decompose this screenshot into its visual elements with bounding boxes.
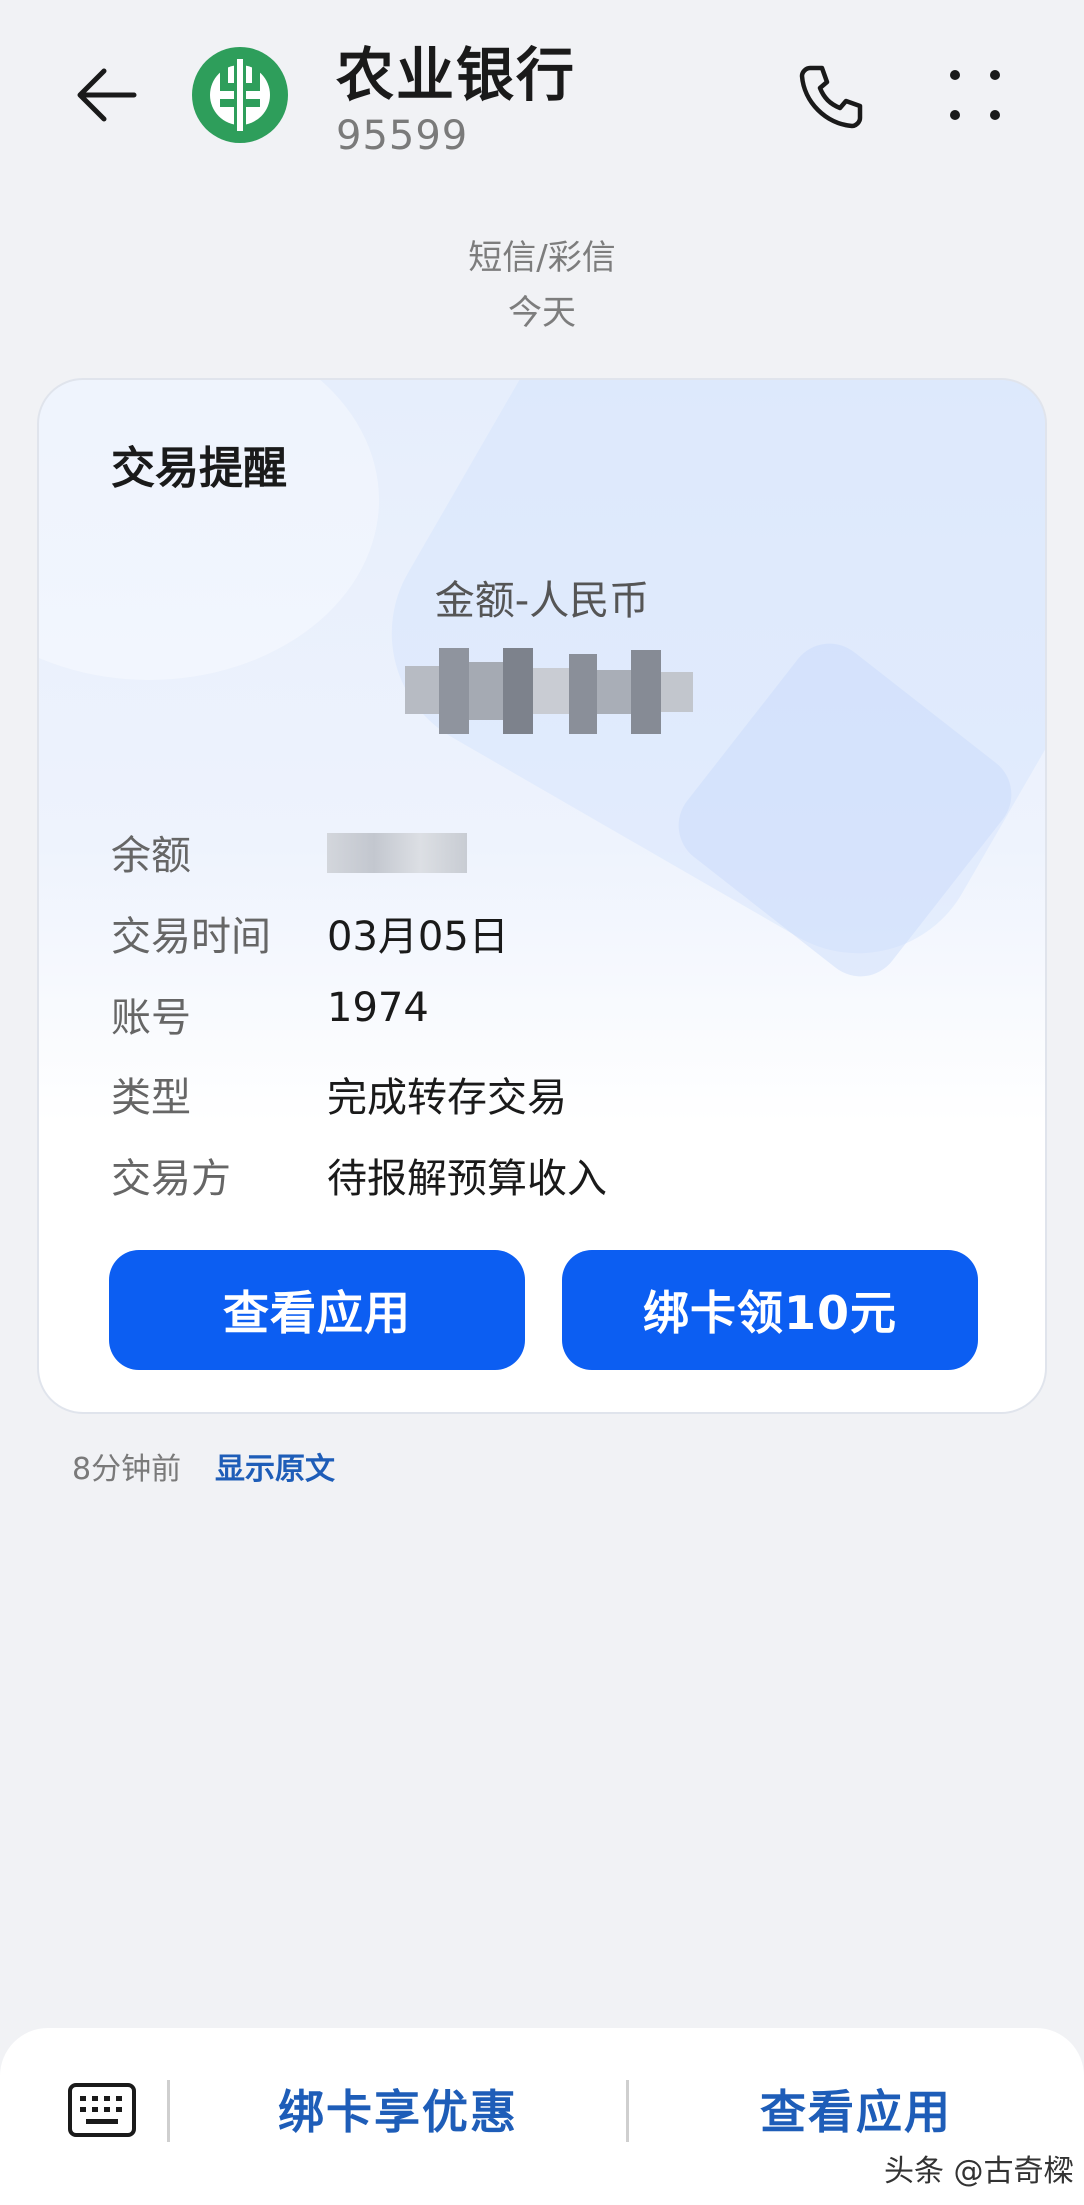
message-date: 今天 <box>508 293 576 333</box>
card-title: 交易提醒 <box>111 443 287 494</box>
message-channel: 短信/彩信 <box>468 238 616 278</box>
back-button[interactable] <box>70 55 150 135</box>
row-transaction-time: 交易时间 03月05日 <box>111 904 991 964</box>
watermark: 头条 @古奇樑 <box>884 2154 1074 2189</box>
row-value: 待报解预算收入 <box>327 1156 607 1202</box>
more-options-button[interactable] <box>945 65 1005 125</box>
contact-name: 农业银行 <box>336 41 577 109</box>
row-key: 交易方 <box>111 1156 231 1202</box>
row-account: 账号 1974 <box>111 985 991 1045</box>
divider <box>626 2080 629 2142</box>
contact-number: 95599 <box>336 113 469 159</box>
row-value: 03月05日 <box>327 914 509 960</box>
row-key: 交易时间 <box>111 914 271 960</box>
amount-label: 金额-人民币 <box>434 578 650 624</box>
row-value: 完成转存交易 <box>327 1075 567 1121</box>
card-decoration <box>39 380 379 680</box>
more-dots-icon <box>950 70 1000 120</box>
row-key: 余额 <box>111 833 191 879</box>
show-original-link[interactable]: 显示原文 <box>215 1444 335 1488</box>
row-key: 类型 <box>111 1075 191 1121</box>
amount-value-redacted <box>405 648 693 734</box>
abc-logo-icon <box>192 47 288 143</box>
phone-icon <box>799 65 863 129</box>
bind-card-button[interactable]: 绑卡领10元 <box>562 1250 978 1370</box>
view-app-link[interactable]: 查看应用 <box>760 2076 952 2142</box>
bank-avatar[interactable] <box>190 45 290 145</box>
bind-card-offer-link[interactable]: 绑卡享优惠 <box>278 2076 518 2142</box>
row-type: 类型 完成转存交易 <box>111 1065 991 1125</box>
balance-value-redacted <box>327 833 467 873</box>
message-time: 8分钟前 <box>72 1452 182 1487</box>
keyboard-icon[interactable] <box>68 2083 136 2137</box>
view-app-button[interactable]: 查看应用 <box>109 1250 525 1370</box>
call-button[interactable] <box>796 60 868 132</box>
row-value: 1974 <box>327 985 429 1031</box>
transaction-card: 交易提醒 金额-人民币 余额 交易时间 03月05日 账号 1974 类型 完成… <box>37 378 1047 1414</box>
divider <box>167 2080 170 2142</box>
back-arrow-icon <box>77 68 137 122</box>
row-key: 账号 <box>111 995 191 1041</box>
row-counterparty: 交易方 待报解预算收入 <box>111 1146 991 1206</box>
row-balance: 余额 <box>111 823 991 883</box>
conversation-header: 农业银行 95599 <box>0 0 1084 180</box>
